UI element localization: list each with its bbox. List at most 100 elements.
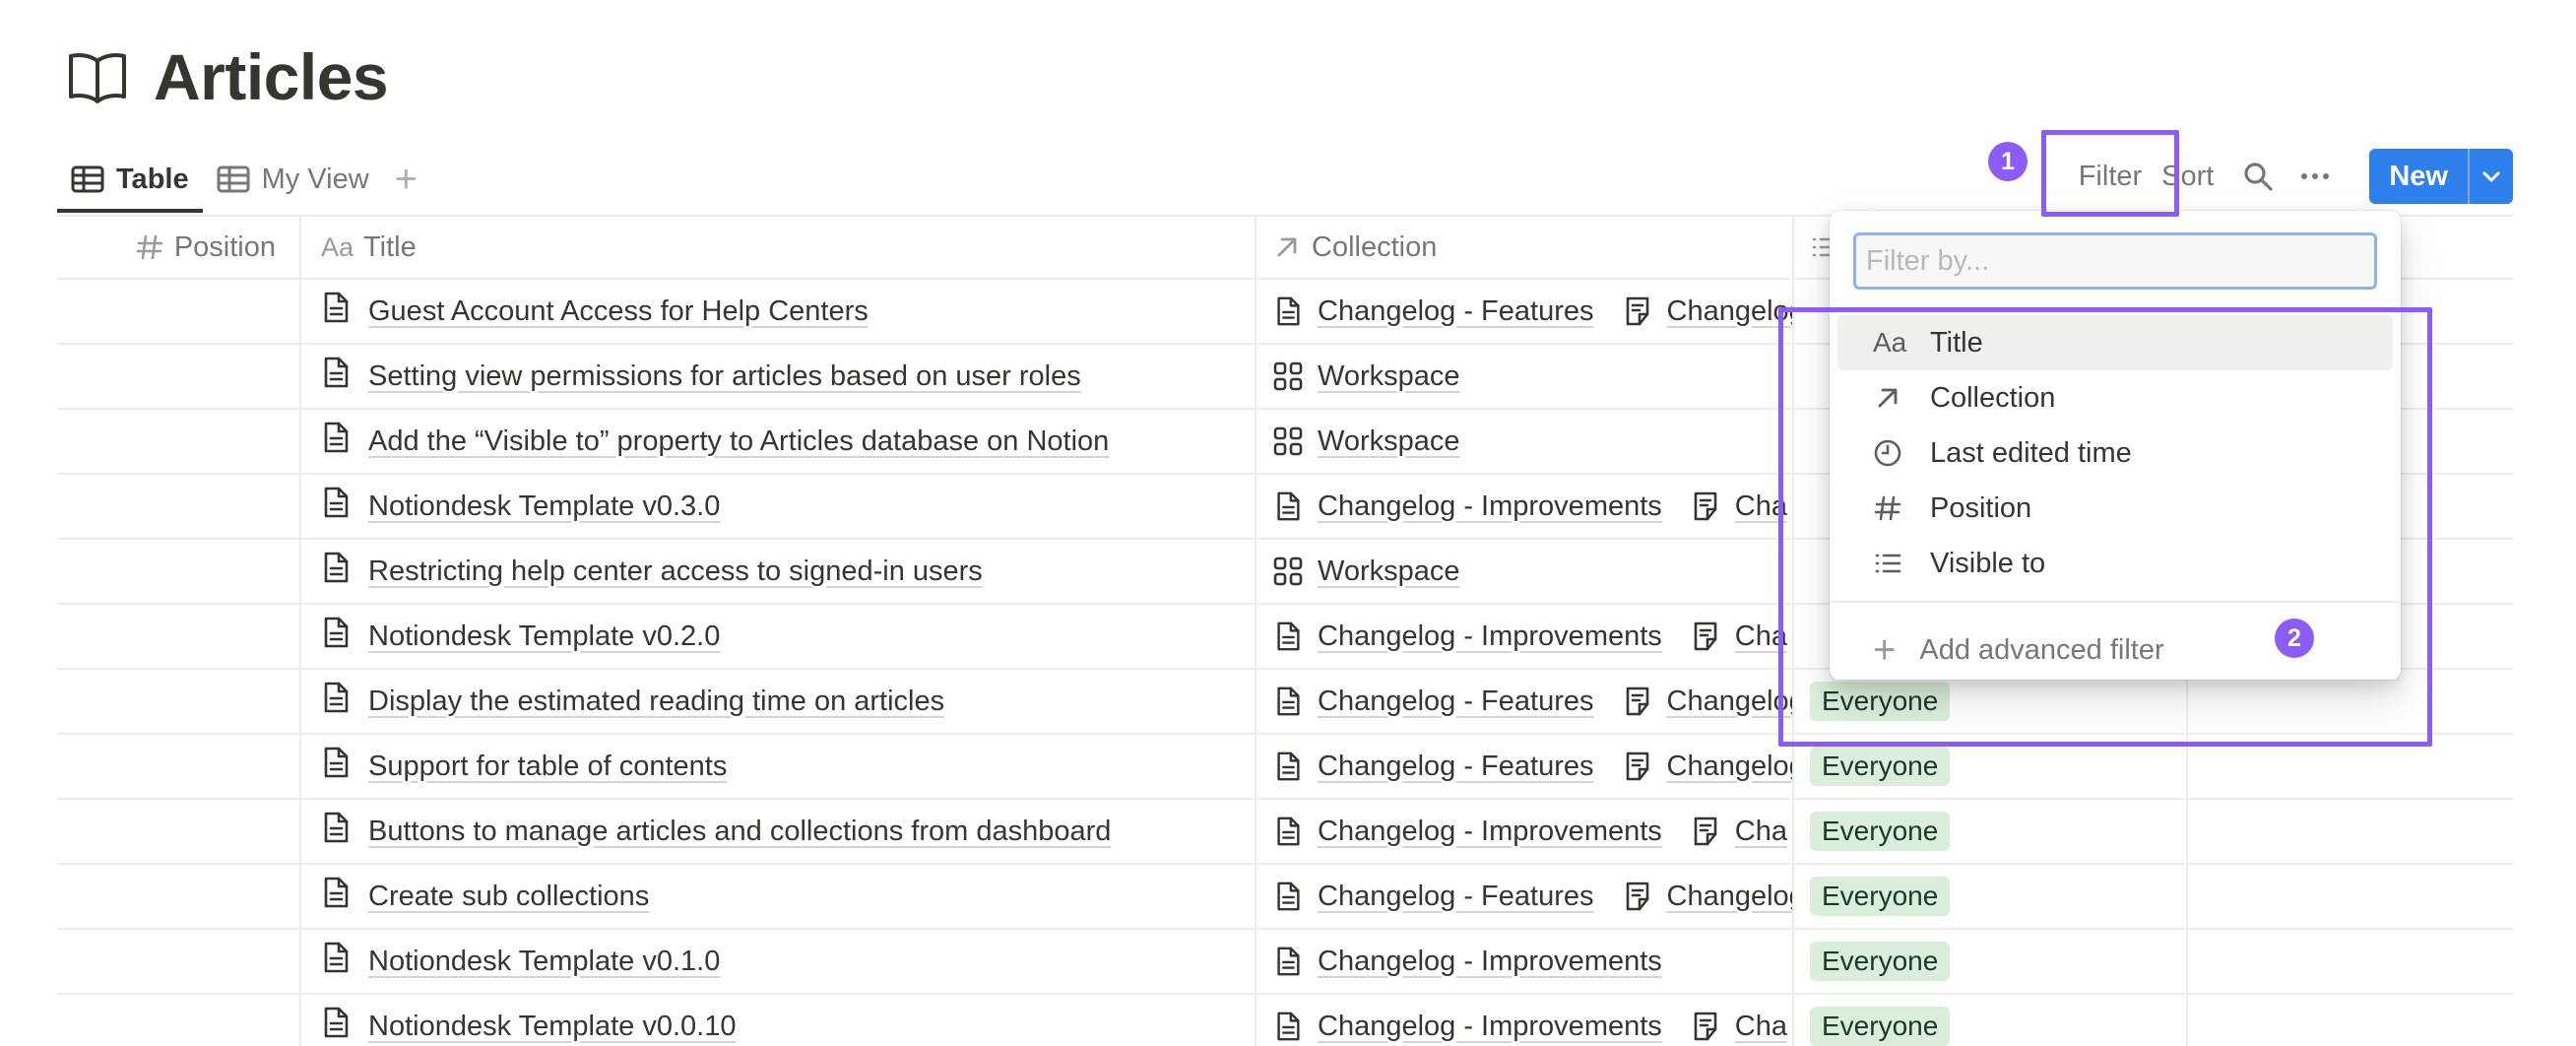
- article-title[interactable]: Buttons to manage articles and collectio…: [368, 816, 1111, 848]
- collection-link[interactable]: Workspace: [1272, 425, 1460, 458]
- collection-link[interactable]: Changelog: [1622, 295, 1792, 328]
- collection-link[interactable]: Cha: [1690, 490, 1787, 523]
- tab-table[interactable]: Table: [57, 146, 203, 213]
- cell-position[interactable]: [57, 865, 301, 928]
- cell-collection[interactable]: Changelog - Features Changelog: [1256, 670, 1794, 733]
- collection-link[interactable]: Cha: [1690, 621, 1787, 653]
- cell-title[interactable]: Guest Account Access for Help Centers: [301, 280, 1256, 343]
- cell-title[interactable]: Notiondesk Template v0.1.0: [301, 930, 1256, 993]
- cell-position[interactable]: [57, 280, 301, 343]
- column-header-position[interactable]: Position: [57, 217, 301, 278]
- cell-position[interactable]: [57, 735, 301, 798]
- article-title[interactable]: Guest Account Access for Help Centers: [368, 295, 869, 328]
- collection-link[interactable]: Changelog - Improvements: [1272, 816, 1662, 848]
- cell-title[interactable]: Display the estimated reading time on ar…: [301, 670, 1256, 733]
- article-title[interactable]: Create sub collections: [368, 881, 649, 913]
- collection-link[interactable]: Changelog - Features: [1272, 295, 1594, 328]
- article-title[interactable]: Setting view permissions for articles ba…: [368, 360, 1081, 393]
- collection-link[interactable]: Changelog - Improvements: [1272, 946, 1662, 978]
- table-row[interactable]: Notiondesk Template v0.1.0 Changelog - Im…: [57, 930, 2513, 995]
- doc-list-icon: [1690, 621, 1735, 652]
- article-title[interactable]: Notiondesk Template v0.2.0: [368, 621, 720, 653]
- view-tabs: Table My View +: [57, 146, 418, 213]
- column-header-title[interactable]: Aa Title: [301, 217, 1256, 278]
- cell-position[interactable]: [57, 345, 301, 408]
- cell-collection[interactable]: Workspace: [1256, 540, 1794, 603]
- article-title[interactable]: Add the “Visible to” property to Article…: [368, 425, 1109, 458]
- cell-title[interactable]: Restricting help center access to signed…: [301, 540, 1256, 603]
- cell-collection[interactable]: Changelog - Improvements Cha: [1256, 475, 1794, 538]
- article-title[interactable]: Restricting help center access to signed…: [368, 556, 983, 588]
- cell-position[interactable]: [57, 800, 301, 863]
- tab-my-view[interactable]: My View: [203, 146, 383, 213]
- more-button[interactable]: [2286, 148, 2344, 205]
- table-row[interactable]: Create sub collections Changelog - Featur…: [57, 865, 2513, 930]
- article-title[interactable]: Notiondesk Template v0.0.10: [368, 1011, 736, 1043]
- cell-collection[interactable]: Workspace: [1256, 345, 1794, 408]
- book-icon: [69, 53, 126, 103]
- collection-link[interactable]: Changelog - Features: [1272, 686, 1594, 718]
- article-title[interactable]: Display the estimated reading time on ar…: [368, 686, 944, 718]
- cell-title[interactable]: Buttons to manage articles and collectio…: [301, 800, 1256, 863]
- table-row[interactable]: Buttons to manage articles and collectio…: [57, 800, 2513, 865]
- collection-link[interactable]: Changelog - Improvements: [1272, 621, 1662, 653]
- cell-position[interactable]: [57, 540, 301, 603]
- cell-collection[interactable]: Changelog - Improvements Cha: [1256, 995, 1794, 1046]
- annotation-badge-2: 2: [2275, 619, 2314, 658]
- cell-collection[interactable]: Workspace: [1256, 410, 1794, 473]
- cell-position[interactable]: [57, 475, 301, 538]
- column-header-collection[interactable]: Collection: [1256, 217, 1794, 278]
- collection-link[interactable]: Changelog: [1622, 686, 1792, 718]
- cell-position[interactable]: [57, 995, 301, 1046]
- cell-collection[interactable]: Changelog - Improvements: [1256, 930, 1794, 993]
- cell-visible-to[interactable]: Everyone: [1794, 800, 2188, 863]
- collection-link[interactable]: Changelog - Features: [1272, 881, 1594, 913]
- cell-position[interactable]: [57, 605, 301, 668]
- collection-link[interactable]: Changelog - Improvements: [1272, 490, 1662, 523]
- cell-title[interactable]: Notiondesk Template v0.0.10: [301, 995, 1256, 1046]
- article-title[interactable]: Notiondesk Template v0.1.0: [368, 946, 720, 978]
- cell-collection[interactable]: Changelog - Features Changelog: [1256, 865, 1794, 928]
- page-icon: [321, 291, 368, 332]
- collection-link[interactable]: Workspace: [1272, 556, 1460, 588]
- collection-link[interactable]: Workspace: [1272, 360, 1460, 393]
- cell-title[interactable]: Support for table of contents: [301, 735, 1256, 798]
- cell-position[interactable]: [57, 410, 301, 473]
- cell-position[interactable]: [57, 670, 301, 733]
- cell-title[interactable]: Notiondesk Template v0.3.0: [301, 475, 1256, 538]
- cell-collection[interactable]: Changelog - Features Changelog: [1256, 735, 1794, 798]
- collection-link[interactable]: Changelog - Features: [1272, 751, 1594, 783]
- collection-label: Workspace: [1318, 360, 1460, 392]
- new-dropdown-button[interactable]: [2468, 149, 2513, 204]
- cell-visible-to[interactable]: Everyone: [1794, 995, 2188, 1046]
- table-row[interactable]: Notiondesk Template v0.0.10 Changelog - I…: [57, 995, 2513, 1046]
- collection-link[interactable]: Changelog: [1622, 880, 1794, 913]
- cell-collection[interactable]: Changelog - Improvements Cha: [1256, 800, 1794, 863]
- page-icon: [1272, 295, 1318, 327]
- visibility-tag: Everyone: [1810, 1007, 1951, 1046]
- page-icon: [321, 746, 368, 787]
- cell-title[interactable]: Add the “Visible to” property to Article…: [301, 410, 1256, 473]
- cell-visible-to[interactable]: Everyone: [1794, 865, 2188, 928]
- new-button[interactable]: New: [2369, 149, 2468, 204]
- cell-title[interactable]: Notiondesk Template v0.2.0: [301, 605, 1256, 668]
- collection-label: Changelog: [1666, 880, 1794, 912]
- cell-extra: [2188, 800, 2513, 863]
- cell-visible-to[interactable]: Everyone: [1794, 930, 2188, 993]
- add-view-button[interactable]: +: [395, 158, 418, 202]
- cell-title[interactable]: Setting view permissions for articles ba…: [301, 345, 1256, 408]
- article-title[interactable]: Notiondesk Template v0.3.0: [368, 490, 720, 523]
- collection-link[interactable]: Changelog: [1622, 751, 1792, 783]
- filter-search-input[interactable]: [1853, 232, 2377, 290]
- collection-link[interactable]: Cha: [1690, 816, 1787, 848]
- visibility-tag: Everyone: [1810, 747, 1951, 786]
- cell-collection[interactable]: Changelog - Features Changelog: [1256, 280, 1794, 343]
- article-title[interactable]: Support for table of contents: [368, 751, 727, 783]
- cell-position[interactable]: [57, 930, 301, 993]
- search-button[interactable]: [2229, 148, 2286, 205]
- page-icon: [321, 811, 368, 852]
- cell-collection[interactable]: Changelog - Improvements Cha: [1256, 605, 1794, 668]
- collection-link[interactable]: Cha: [1690, 1011, 1787, 1043]
- collection-link[interactable]: Changelog - Improvements: [1272, 1011, 1662, 1043]
- cell-title[interactable]: Create sub collections: [301, 865, 1256, 928]
